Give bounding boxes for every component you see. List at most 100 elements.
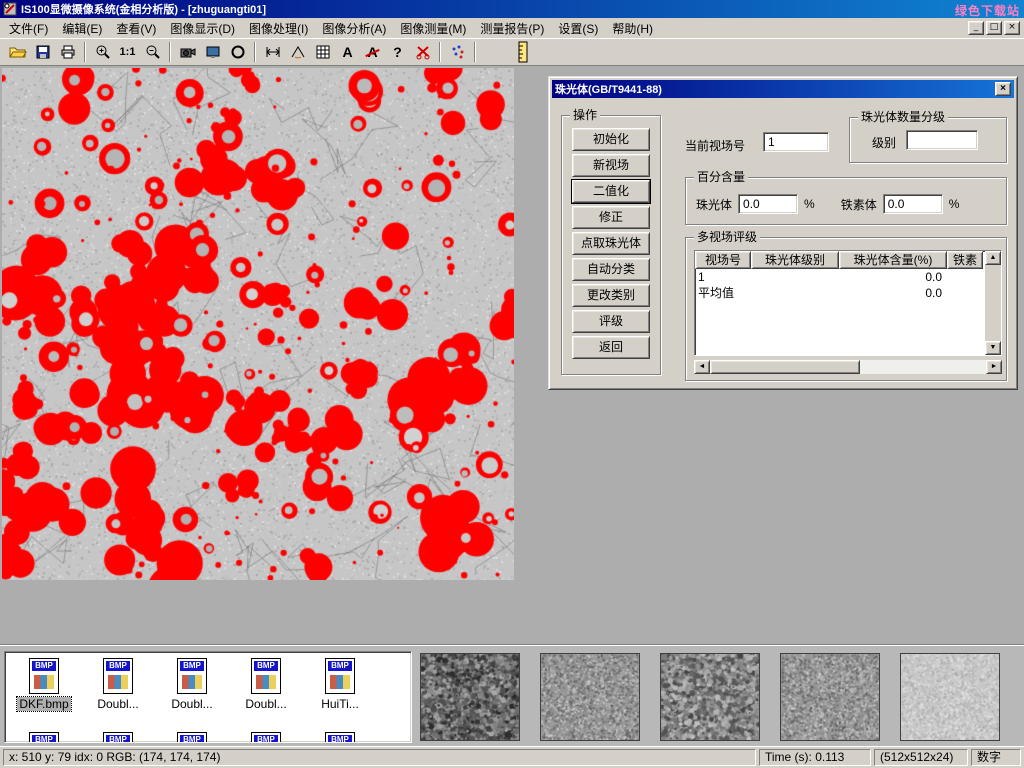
- measure-length-button[interactable]: [260, 40, 285, 64]
- grid-button[interactable]: [310, 40, 335, 64]
- column-header-ferrite[interactable]: 铁素: [947, 251, 983, 269]
- menu-image-processing[interactable]: 图像处理(I): [242, 17, 315, 40]
- ferrite-percent-input[interactable]: [883, 194, 943, 214]
- menu-image-display[interactable]: 图像显示(D): [163, 17, 242, 40]
- cut-button[interactable]: [410, 40, 435, 64]
- pearlite-percent-input[interactable]: [738, 194, 798, 214]
- menu-help[interactable]: 帮助(H): [605, 17, 660, 40]
- text-tool-button[interactable]: A: [335, 40, 360, 64]
- specimen-image[interactable]: [2, 68, 514, 580]
- grade-input[interactable]: [906, 130, 978, 150]
- file-item[interactable]: BMP: [155, 728, 229, 743]
- table-vertical-scrollbar[interactable]: ▲ ▼: [985, 251, 1001, 355]
- scroll-down-icon[interactable]: ▼: [985, 341, 1001, 355]
- current-field-input[interactable]: [763, 132, 829, 152]
- camera-button[interactable]: [175, 40, 200, 64]
- file-item[interactable]: BMP Doubl...: [229, 654, 303, 711]
- delete-text-button[interactable]: A: [360, 40, 385, 64]
- menu-edit[interactable]: 编辑(E): [55, 17, 109, 40]
- menu-file[interactable]: 文件(F): [2, 17, 55, 40]
- capture-button[interactable]: [225, 40, 250, 64]
- new-field-button[interactable]: 新视场: [572, 154, 650, 177]
- mdi-restore-button[interactable]: □: [986, 21, 1002, 35]
- scroll-up-icon[interactable]: ▲: [985, 251, 1001, 265]
- file-item[interactable]: BMP: [81, 728, 155, 743]
- table-row[interactable]: 1 0.0: [695, 269, 1001, 285]
- bmp-badge: BMP: [180, 661, 204, 671]
- multi-field-table: 视场号 珠光体级别 珠光体含量(%) 铁素 1 0.0 平均值 0.0: [694, 250, 1002, 356]
- multi-field-group-title: 多视场评级: [694, 230, 760, 244]
- dialog-close-button[interactable]: ×: [995, 82, 1011, 96]
- file-name: Doubl...: [169, 697, 214, 711]
- dialog-title-bar[interactable]: 珠光体(GB/T9441-88) ×: [552, 80, 1014, 98]
- bmp-art: [256, 675, 276, 689]
- table-horizontal-scrollbar[interactable]: ◄ ►: [694, 360, 1002, 374]
- thumbnail-image[interactable]: [660, 653, 760, 741]
- menu-image-analysis[interactable]: 图像分析(A): [315, 17, 393, 40]
- menu-measure-report[interactable]: 测量报告(P): [473, 17, 551, 40]
- file-item[interactable]: BMP: [229, 728, 303, 743]
- ruler-button[interactable]: [510, 40, 535, 64]
- thumbnail-image[interactable]: [900, 653, 1000, 741]
- bmp-badge: BMP: [254, 735, 278, 743]
- table-row[interactable]: 平均值 0.0: [695, 285, 1001, 301]
- correct-button[interactable]: 修正: [572, 206, 650, 229]
- file-item[interactable]: BMP Doubl...: [155, 654, 229, 711]
- save-button[interactable]: [30, 40, 55, 64]
- thumbnail-image[interactable]: [780, 653, 880, 741]
- open-folder-icon: [9, 44, 27, 60]
- column-header-field[interactable]: 视场号: [695, 251, 751, 269]
- menu-image-measure[interactable]: 图像测量(M): [393, 17, 473, 40]
- column-header-pearlite[interactable]: 珠光体含量(%): [839, 251, 947, 269]
- pick-pearlite-button[interactable]: 点取珠光体: [572, 232, 650, 255]
- zoom-out-icon: [145, 44, 161, 60]
- menu-settings[interactable]: 设置(S): [551, 17, 605, 40]
- print-button[interactable]: [55, 40, 80, 64]
- binarize-button[interactable]: 二值化: [572, 180, 650, 203]
- zoom-out-button[interactable]: [140, 40, 165, 64]
- cell-field: 平均值: [695, 285, 751, 301]
- file-item[interactable]: BMP Doubl...: [81, 654, 155, 711]
- file-name: DKF.bmp: [17, 697, 70, 711]
- toolbar-separator: [169, 42, 171, 62]
- mode-status: 数字: [971, 749, 1021, 766]
- menu-view[interactable]: 查看(V): [109, 17, 163, 40]
- thumbnail-image[interactable]: [540, 653, 640, 741]
- printer-icon: [60, 44, 76, 60]
- bmp-file-icon: BMP: [325, 732, 355, 743]
- column-header-grade[interactable]: 珠光体级别: [751, 251, 839, 269]
- init-button[interactable]: 初始化: [572, 128, 650, 151]
- display-button[interactable]: [200, 40, 225, 64]
- help-button[interactable]: ?: [385, 40, 410, 64]
- return-button[interactable]: 返回: [572, 336, 650, 359]
- auto-classify-button[interactable]: 自动分类: [572, 258, 650, 281]
- open-button[interactable]: [5, 40, 30, 64]
- bmp-file-icon: BMP: [251, 658, 281, 694]
- bmp-file-icon: BMP: [177, 658, 207, 694]
- toolbar-separator: [84, 42, 86, 62]
- mdi-close-button[interactable]: ×: [1004, 21, 1020, 35]
- scroll-left-icon[interactable]: ◄: [694, 360, 710, 374]
- operations-group-title: 操作: [570, 108, 600, 122]
- file-name: Doubl...: [243, 697, 288, 711]
- actual-size-button[interactable]: 1:1: [115, 40, 140, 64]
- file-item[interactable]: BMP HuiTi...: [303, 654, 377, 711]
- mdi-minimize-button[interactable]: _: [968, 21, 984, 35]
- change-class-button[interactable]: 更改类别: [572, 284, 650, 307]
- table-header: 视场号 珠光体级别 珠光体含量(%) 铁素: [695, 251, 1001, 269]
- question-mark-icon: ?: [393, 44, 402, 60]
- file-item[interactable]: BMP: [7, 728, 81, 743]
- measure-angle-button[interactable]: [285, 40, 310, 64]
- scrollbar-thumb[interactable]: [710, 360, 860, 374]
- current-field-label: 当前视场号: [685, 137, 745, 154]
- zoom-in-button[interactable]: [90, 40, 115, 64]
- thumbnail-image[interactable]: [420, 653, 520, 741]
- bmp-art: [182, 675, 202, 689]
- scatter-button[interactable]: [445, 40, 470, 64]
- toolbar-separator: [254, 42, 256, 62]
- file-item[interactable]: BMP: [303, 728, 377, 743]
- bmp-art: [108, 675, 128, 689]
- file-item[interactable]: BMP DKF.bmp: [7, 654, 81, 711]
- grade-button[interactable]: 评级: [572, 310, 650, 333]
- scroll-right-icon[interactable]: ►: [986, 360, 1002, 374]
